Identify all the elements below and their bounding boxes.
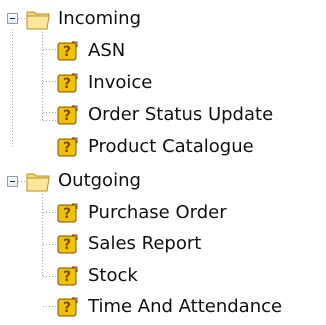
tree-item-label: Sales Report xyxy=(88,233,202,254)
tree-item-invoice[interactable]: ? Invoice xyxy=(0,68,320,100)
unknown-document-icon: ? xyxy=(57,297,78,317)
tree-view: Incoming ? ASN ? Invoice ? Order Status … xyxy=(0,0,326,325)
tree-item-purchase-order[interactable]: ? Purchase Order xyxy=(0,198,326,230)
tree-item-label: Time And Attendance xyxy=(88,296,283,317)
collapse-toggle-icon[interactable] xyxy=(7,176,18,187)
svg-text:?: ? xyxy=(63,206,71,222)
unknown-document-icon: ? xyxy=(57,105,78,125)
unknown-document-icon: ? xyxy=(57,73,78,93)
unknown-document-icon: ? xyxy=(57,137,78,157)
collapse-toggle-icon[interactable] xyxy=(7,13,18,24)
tree-item-sales-report[interactable]: ? Sales Report xyxy=(0,229,326,261)
svg-text:?: ? xyxy=(63,76,71,92)
tree-item-order-status-update[interactable]: ? Order Status Update xyxy=(0,100,326,132)
unknown-document-icon: ? xyxy=(57,266,78,286)
tree-folder-label: Outgoing xyxy=(58,170,141,191)
tree-item-asn[interactable]: ? ASN xyxy=(0,36,320,68)
tree-folder-outgoing[interactable]: Outgoing xyxy=(0,166,180,198)
tree-folder-label: Incoming xyxy=(58,8,141,29)
unknown-document-icon: ? xyxy=(57,41,78,61)
svg-text:?: ? xyxy=(63,44,71,60)
folder-open-icon xyxy=(26,11,50,30)
svg-text:?: ? xyxy=(63,108,71,124)
unknown-document-icon: ? xyxy=(57,234,78,254)
svg-text:?: ? xyxy=(63,140,71,156)
svg-text:?: ? xyxy=(63,237,71,253)
svg-text:?: ? xyxy=(63,300,71,316)
tree-item-label: ASN xyxy=(88,40,126,61)
tree-item-label: Purchase Order xyxy=(88,202,227,223)
unknown-document-icon: ? xyxy=(57,203,78,223)
folder-open-icon xyxy=(26,173,50,192)
tree-item-stock[interactable]: ? Stock xyxy=(0,261,326,293)
tree-item-time-and-attendance[interactable]: ? Time And Attendance xyxy=(0,292,326,324)
tree-item-label: Product Catalogue xyxy=(88,136,254,157)
tree-folder-incoming[interactable]: Incoming xyxy=(0,4,180,36)
tree-item-label: Invoice xyxy=(88,72,153,93)
tree-item-label: Stock xyxy=(88,265,138,286)
tree-item-label: Order Status Update xyxy=(88,104,274,125)
tree-item-product-catalogue[interactable]: ? Product Catalogue xyxy=(0,132,326,164)
svg-text:?: ? xyxy=(63,269,71,285)
